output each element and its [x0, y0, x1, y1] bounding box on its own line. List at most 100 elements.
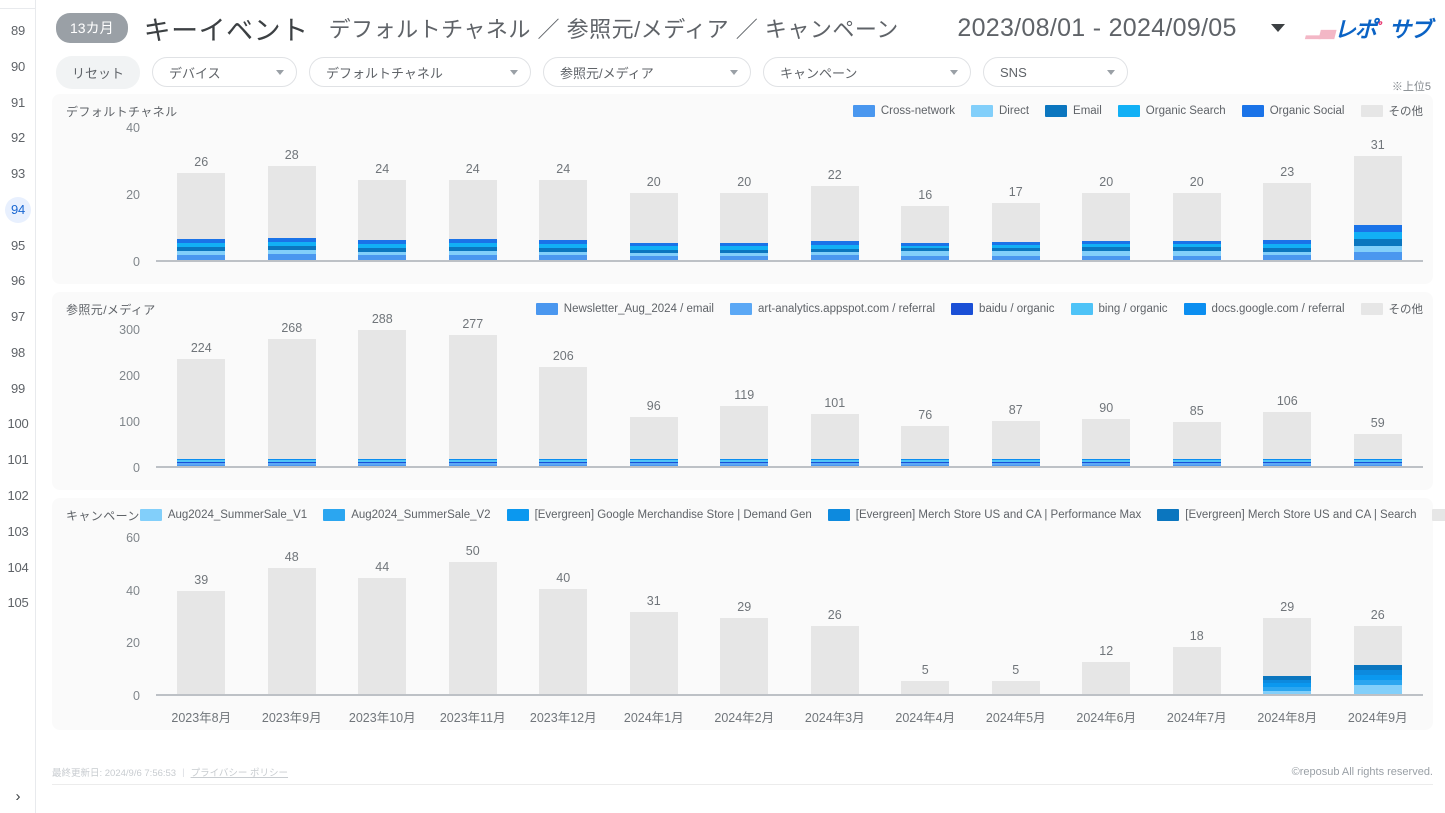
bar-segment[interactable] [901, 464, 950, 466]
bar-segment[interactable] [1353, 156, 1402, 226]
bar-group[interactable]: 24 [518, 162, 609, 260]
bar-stack[interactable] [1263, 617, 1312, 694]
page-number-91[interactable]: 91 [5, 90, 31, 116]
bar-stack[interactable] [539, 588, 588, 694]
bar-group[interactable]: 31 [609, 594, 700, 694]
bar-group[interactable]: 39 [156, 573, 247, 694]
bar-segment[interactable] [1172, 421, 1221, 459]
bar-stack[interactable] [1353, 156, 1402, 260]
bar-segment[interactable] [1353, 433, 1402, 459]
bar-group[interactable]: 26 [1333, 608, 1424, 694]
bar-segment[interactable] [358, 254, 407, 260]
bar-segment[interactable] [720, 406, 769, 459]
page-number-97[interactable]: 97 [5, 304, 31, 330]
bar-segment[interactable] [810, 255, 859, 260]
bar-stack[interactable] [448, 334, 497, 466]
bar-segment[interactable] [991, 464, 1040, 466]
bar-stack[interactable] [720, 406, 769, 466]
bar-group[interactable]: 29 [1242, 600, 1333, 694]
bar-stack[interactable] [1353, 625, 1402, 694]
bar-segment[interactable] [901, 680, 950, 694]
bar-stack[interactable] [358, 329, 407, 466]
bar-segment[interactable] [177, 254, 226, 260]
bar-segment[interactable] [1353, 625, 1402, 666]
bar-segment[interactable] [629, 464, 678, 466]
bar-group[interactable]: 44 [337, 560, 428, 694]
bar-segment[interactable] [720, 193, 769, 243]
bar-stack[interactable] [720, 193, 769, 260]
filter-campaign[interactable]: キャンペーン [763, 57, 972, 87]
bar-segment[interactable] [177, 591, 226, 694]
bar-segment[interactable] [1263, 617, 1312, 677]
bar-segment[interactable] [720, 255, 769, 260]
bar-segment[interactable] [177, 359, 226, 459]
bar-group[interactable]: 288 [337, 312, 428, 466]
bar-segment[interactable] [267, 166, 316, 238]
bar-segment[interactable] [1353, 232, 1402, 240]
bar-group[interactable]: 119 [699, 388, 790, 466]
bar-segment[interactable] [720, 464, 769, 466]
bar-stack[interactable] [177, 359, 226, 466]
page-number-100[interactable]: 100 [5, 411, 31, 437]
bar-group[interactable]: 48 [247, 550, 338, 694]
page-number-list[interactable]: 89 90 91 92 93 94 95 96 97 98 99 100 101 102 103 104 105 [0, 0, 36, 740]
bar-segment[interactable] [1172, 193, 1221, 241]
bar-segment[interactable] [358, 179, 407, 241]
bar-stack[interactable] [1172, 193, 1221, 260]
bar-segment[interactable] [720, 617, 769, 694]
bar-stack[interactable] [629, 416, 678, 466]
bar-segment[interactable] [629, 193, 678, 243]
bar-group[interactable]: 26 [156, 155, 247, 260]
bar-stack[interactable] [1263, 183, 1312, 260]
bar-group[interactable]: 90 [1061, 401, 1152, 466]
page-number-92[interactable]: 92 [5, 125, 31, 151]
bar-stack[interactable] [358, 578, 407, 694]
bar-segment[interactable] [1353, 252, 1402, 260]
bar-segment[interactable] [1082, 464, 1131, 466]
page-number-95[interactable]: 95 [5, 233, 31, 259]
bar-stack[interactable] [901, 680, 950, 694]
bar-stack[interactable] [901, 425, 950, 466]
bar-group[interactable]: 224 [156, 341, 247, 466]
bar-segment[interactable] [810, 186, 859, 242]
bar-segment[interactable] [358, 329, 407, 459]
legend-item[interactable]: その他 [1432, 507, 1445, 523]
bar-stack[interactable] [539, 367, 588, 466]
bar-stack[interactable] [448, 562, 497, 694]
filter-sns[interactable]: SNS [983, 57, 1129, 87]
bar-segment[interactable] [267, 254, 316, 260]
bar-segment[interactable] [810, 464, 859, 466]
bar-stack[interactable] [991, 420, 1040, 466]
bar-segment[interactable] [448, 562, 497, 694]
bar-segment[interactable] [267, 567, 316, 694]
bar-stack[interactable] [267, 338, 316, 466]
bar-stack[interactable] [901, 206, 950, 260]
bar-segment[interactable] [1353, 684, 1402, 694]
filter-device[interactable]: デバイス [152, 57, 298, 87]
date-range-label[interactable]: 2023/08/01 - 2024/09/05 [957, 14, 1236, 43]
bar-segment[interactable] [1353, 239, 1402, 246]
bar-segment[interactable] [1263, 254, 1312, 260]
bar-group[interactable]: 277 [428, 317, 519, 466]
bar-stack[interactable] [991, 680, 1040, 694]
bar-group[interactable]: 20 [1152, 175, 1243, 260]
bar-segment[interactable] [539, 464, 588, 466]
filter-source-medium[interactable]: 参照元/メディア [543, 57, 752, 87]
bar-segment[interactable] [267, 338, 316, 459]
bar-group[interactable]: 59 [1333, 416, 1424, 466]
bar-segment[interactable] [1263, 464, 1312, 466]
bar-group[interactable]: 106 [1242, 394, 1333, 466]
page-number-96[interactable]: 96 [5, 268, 31, 294]
reset-button[interactable]: リセット [56, 55, 141, 89]
bar-group[interactable]: 20 [699, 175, 790, 260]
bar-group[interactable]: 5 [971, 663, 1062, 694]
bar-group[interactable]: 24 [428, 162, 519, 260]
bar-stack[interactable] [177, 591, 226, 694]
bar-segment[interactable] [358, 464, 407, 466]
page-number-103[interactable]: 103 [5, 519, 31, 545]
bar-segment[interactable] [1082, 419, 1131, 459]
bar-group[interactable]: 40 [518, 571, 609, 694]
bar-stack[interactable] [720, 617, 769, 694]
bar-segment[interactable] [810, 414, 859, 459]
page-number-102[interactable]: 102 [5, 483, 31, 509]
